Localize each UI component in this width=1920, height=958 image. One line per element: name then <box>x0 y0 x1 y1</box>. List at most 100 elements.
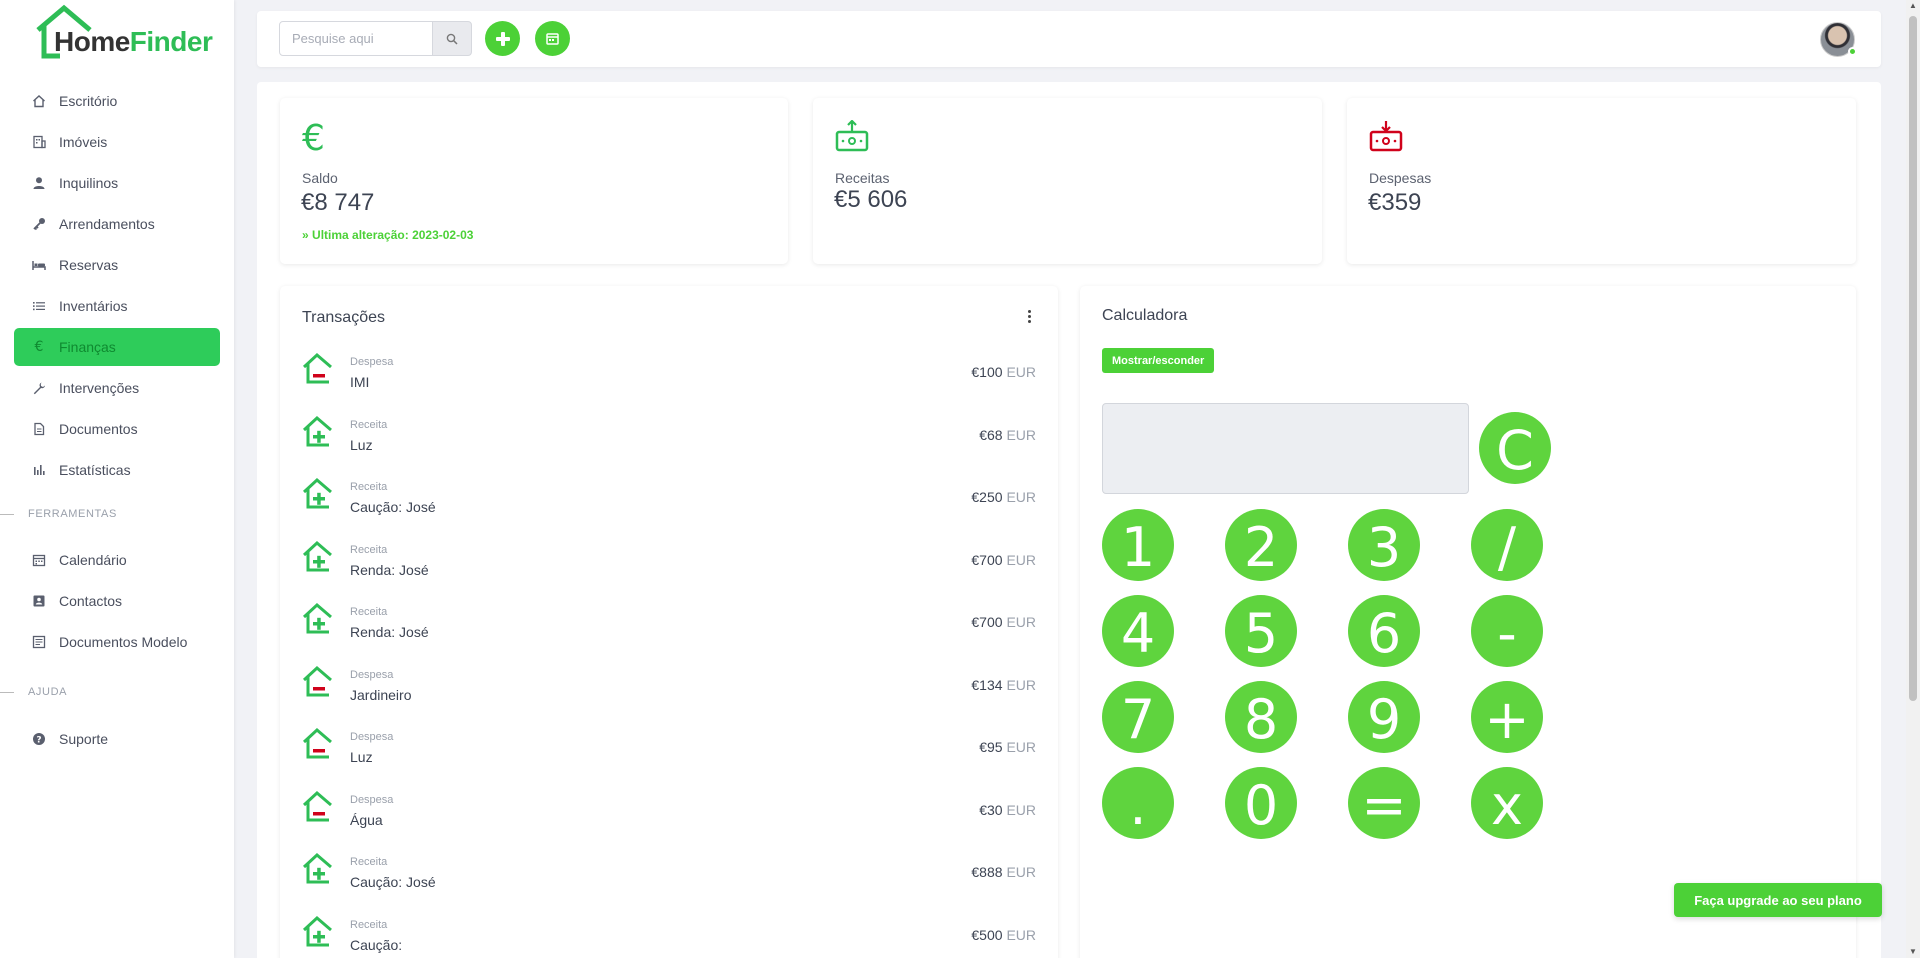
upgrade-plan-button[interactable]: Faça upgrade ao seu plano <box>1674 883 1882 917</box>
euro-icon: € <box>302 118 325 159</box>
sidebar-item-contactos[interactable]: Contactos <box>14 582 220 620</box>
wrench-icon <box>30 379 48 397</box>
nav-item-label: Calendário <box>59 552 127 568</box>
nav-item-label: Escritório <box>59 93 118 109</box>
transaction-name: Renda: José <box>350 561 429 578</box>
online-status-dot <box>1848 47 1857 56</box>
transaction-type: Receita <box>350 481 388 493</box>
transaction-row[interactable]: Despesa Luz €95 EUR <box>302 721 1036 781</box>
sidebar-item-suporte[interactable]: ? Suporte <box>14 720 220 758</box>
calc-key-6[interactable]: 6 <box>1348 595 1420 667</box>
search-icon <box>446 33 458 45</box>
sidebar-item-financas[interactable]: € Finanças <box>14 328 220 366</box>
nav-item-label: Inquilinos <box>59 175 119 191</box>
document-icon <box>30 420 48 438</box>
sidebar-item-arrendamentos[interactable]: Arrendamentos <box>14 205 220 243</box>
nav-item-label: Finanças <box>59 339 116 355</box>
last-change-note: » Ultima alteração: 2023-02-03 <box>302 228 474 242</box>
question-icon: ? <box>30 730 48 748</box>
section-label-tools: FERRAMENTAS <box>0 508 117 520</box>
calc-key-7[interactable]: 7 <box>1102 681 1174 753</box>
calc-key-8[interactable]: 8 <box>1225 681 1297 753</box>
calc-key-2[interactable]: 2 <box>1225 509 1297 581</box>
calc-key-equals[interactable]: = <box>1348 767 1420 839</box>
calendar-button[interactable] <box>535 21 570 56</box>
house-minus-icon <box>302 727 332 759</box>
income-card: Receitas €5 606 <box>813 98 1322 264</box>
transaction-name: Jardineiro <box>350 686 412 703</box>
transaction-name: Luz <box>350 436 373 453</box>
scroll-up-arrow-icon[interactable]: ▲ <box>1909 2 1917 10</box>
transaction-amount: €95 EUR <box>979 739 1036 755</box>
sidebar-item-reservas[interactable]: Reservas <box>14 246 220 284</box>
calc-key-divide[interactable]: / <box>1471 509 1543 581</box>
page-scrollbar[interactable]: ▲ ▼ <box>1906 0 1920 958</box>
house-plus-icon <box>302 415 332 446</box>
toggle-calculator-button[interactable]: Mostrar/esconder <box>1102 348 1215 373</box>
transaction-type: Receita <box>350 918 388 931</box>
sidebar-item-calendario[interactable]: Calendário <box>14 541 220 579</box>
house-plus-icon <box>302 852 332 884</box>
transaction-name: Luz <box>350 749 373 765</box>
transaction-name: Água <box>350 811 383 828</box>
expense-label: Despesas <box>1369 170 1432 186</box>
calc-key-0[interactable]: 0 <box>1225 767 1297 839</box>
transaction-name: IMI <box>350 374 370 390</box>
sidebar-item-imoveis[interactable]: Imóveis <box>14 123 220 161</box>
transaction-amount: €100 EUR <box>971 364 1036 380</box>
calc-key-multiply[interactable]: x <box>1471 767 1543 839</box>
transaction-amount: €30 EUR <box>979 801 1036 818</box>
sidebar-item-estatisticas[interactable]: Estatísticas <box>14 451 220 489</box>
transaction-row[interactable]: Receita Caução: €500 EUR <box>302 909 1036 958</box>
balance-value: €8 747 <box>301 189 375 216</box>
scroll-down-arrow-icon[interactable]: ▼ <box>1909 948 1917 956</box>
sidebar-item-escritorio[interactable]: Escritório <box>14 82 220 120</box>
transaction-row[interactable]: Receita Caução: José €888 EUR <box>302 846 1036 906</box>
sidebar-item-documentos-modelo[interactable]: Documentos Modelo <box>14 623 220 661</box>
transaction-row[interactable]: Receita Renda: José €700 EUR <box>302 534 1036 594</box>
sidebar-item-documentos[interactable]: Documentos <box>14 410 220 448</box>
building-icon <box>30 133 48 151</box>
calc-key-plus[interactable]: + <box>1471 681 1543 753</box>
transaction-row[interactable]: Receita Renda: José €700 EUR <box>302 596 1036 656</box>
add-button[interactable] <box>485 21 520 56</box>
logo[interactable]: HomeFinder <box>30 4 215 60</box>
sidebar-item-intervencoes[interactable]: Intervenções <box>14 369 220 407</box>
nav-item-label: Inventários <box>59 298 128 314</box>
money-out-icon <box>1369 121 1403 152</box>
calc-key-minus[interactable]: - <box>1471 595 1543 667</box>
search-input[interactable] <box>279 21 433 56</box>
calendar-icon <box>546 33 559 45</box>
nav-item-label: Contactos <box>59 593 123 609</box>
template-icon <box>30 633 48 651</box>
calc-key-5[interactable]: 5 <box>1225 595 1297 667</box>
expense-card: Despesas €359 <box>1347 98 1856 264</box>
calc-key-4[interactable]: 4 <box>1102 595 1174 667</box>
bed-icon <box>30 256 48 274</box>
house-minus-icon <box>302 665 332 696</box>
search-button[interactable] <box>432 21 472 56</box>
scrollbar-thumb[interactable] <box>1909 16 1917 701</box>
calc-key-1[interactable]: 1 <box>1102 509 1174 581</box>
balance-card: € Saldo €8 747 » Ultima alteração: 2023-… <box>280 98 788 264</box>
list-icon <box>30 297 48 315</box>
plus-icon <box>495 31 510 46</box>
transaction-type: Despesa <box>350 731 394 743</box>
calc-key-9[interactable]: 9 <box>1348 681 1420 753</box>
income-label: Receitas <box>835 170 890 186</box>
calc-key-clear[interactable]: C <box>1479 412 1551 484</box>
transaction-row[interactable]: Receita Caução: José €250 EUR <box>302 471 1036 531</box>
sidebar-item-inventarios[interactable]: Inventários <box>14 287 220 325</box>
brand-name: HomeFinder <box>54 26 213 57</box>
calc-key-3[interactable]: 3 <box>1348 509 1420 581</box>
nav-item-label: Documentos Modelo <box>59 634 188 650</box>
transaction-row[interactable]: Receita Luz €68 EUR <box>302 409 1036 469</box>
house-plus-icon <box>302 540 332 571</box>
transaction-row[interactable]: Despesa Água €30 EUR <box>302 784 1036 844</box>
sidebar-item-inquilinos[interactable]: Inquilinos <box>14 164 220 202</box>
more-options-icon[interactable] <box>1028 310 1032 323</box>
transaction-row[interactable]: Despesa Jardineiro €134 EUR <box>302 659 1036 719</box>
calc-key-decimal[interactable]: . <box>1102 767 1174 839</box>
house-minus-icon <box>302 790 332 821</box>
transaction-row[interactable]: Despesa IMI €100 EUR <box>302 346 1036 406</box>
